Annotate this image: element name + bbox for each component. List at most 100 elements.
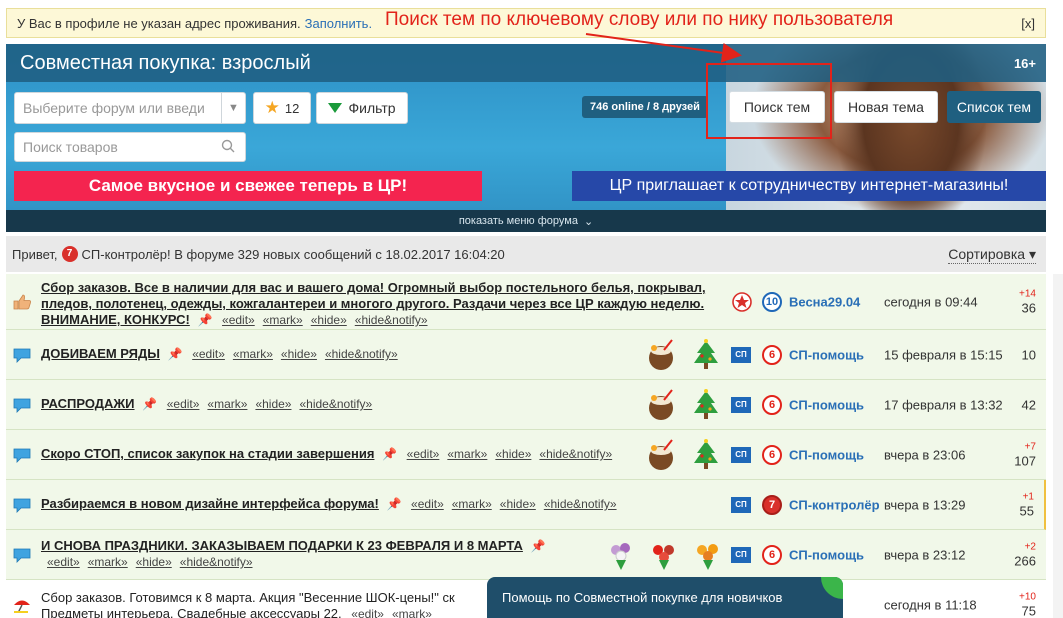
topic-counts: +7 107: [1014, 441, 1036, 468]
forum-header: Совместная покупка: взрослый 16+ Выберит…: [6, 44, 1046, 232]
mark-link[interactable]: «mark»: [392, 607, 432, 618]
hide-link[interactable]: «hide»: [136, 555, 172, 569]
greeting-text: СП-контролёр! В форуме 329 новых сообщен…: [81, 246, 505, 262]
topic-tools: «edit» «mark» «hide» «hide&notify»: [222, 313, 436, 327]
edit-link[interactable]: «edit»: [411, 497, 444, 511]
table-row: РАСПРОДАЖИ 📌 «edit» «mark» «hide» «hide&not…: [6, 380, 1046, 430]
show-forum-menu-toggle[interactable]: показать меню форума ⌄: [6, 210, 1046, 232]
user-level-badge: 6: [762, 394, 782, 415]
new-count: +10: [1019, 591, 1036, 602]
edit-link[interactable]: «edit»: [407, 447, 440, 461]
hide-notify-link[interactable]: «hide&notify»: [180, 555, 253, 569]
hide-link[interactable]: «hide»: [281, 347, 317, 361]
edit-link[interactable]: «edit»: [222, 313, 255, 327]
mark-link[interactable]: «mark»: [233, 347, 273, 361]
edit-link[interactable]: «edit»: [167, 397, 200, 411]
topic-author[interactable]: СП-помощь: [789, 447, 864, 462]
reply-count: 55: [1019, 503, 1034, 518]
search-goods-field[interactable]: [14, 132, 246, 162]
topic-link[interactable]: РАСПРОДАЖИ: [41, 396, 135, 411]
forum-select[interactable]: Выберите форум или введи ▼: [14, 92, 246, 124]
topic-author[interactable]: Весна29.04: [789, 294, 860, 309]
hide-link[interactable]: «hide»: [495, 447, 531, 461]
topic-link[interactable]: И СНОВА ПРАЗДНИКИ. ЗАКАЗЫВАЕМ ПОДАРКИ К …: [41, 538, 523, 553]
topic-author[interactable]: СП-помощь: [789, 347, 864, 362]
notice-text: У Вас в профиле не указан адрес проживан…: [17, 15, 301, 31]
topic-link[interactable]: ДОБИВАЕМ РЯДЫ: [41, 346, 160, 361]
mark-link[interactable]: «mark»: [207, 397, 247, 411]
menu-toggle-label: показать меню форума: [458, 215, 578, 227]
notice-close-button[interactable]: [x]: [1021, 16, 1035, 31]
topic-tools: «edit» «mark» «hide» «hide&notify»: [167, 397, 381, 411]
favorites-button[interactable]: ★ 12: [253, 92, 311, 124]
banner-partnership[interactable]: ЦР приглашает к сотрудничеству интернет-…: [572, 171, 1046, 201]
hide-link[interactable]: «hide»: [255, 397, 291, 411]
mark-link[interactable]: «mark»: [88, 555, 128, 569]
topic-link[interactable]: Разбираемся в новом дизайне интерфейса ф…: [41, 496, 379, 511]
topic-counts: 10: [1022, 347, 1036, 362]
topic-counts: 42: [1022, 397, 1036, 412]
coconut-cocktail-icon: [649, 338, 673, 370]
mark-link[interactable]: «mark»: [263, 313, 303, 327]
sort-dropdown[interactable]: Сортировка ▾: [948, 246, 1036, 264]
topic-author[interactable]: СП-помощь: [789, 397, 864, 412]
hide-notify-link[interactable]: «hide&notify»: [539, 447, 612, 461]
topic-counts: +10 75: [1019, 591, 1036, 618]
pin-icon: 📌: [167, 347, 183, 361]
sp-badge: СП: [731, 546, 751, 563]
hide-notify-link[interactable]: «hide&notify»: [299, 397, 372, 411]
search-icon[interactable]: [221, 139, 245, 156]
topic-tools: «edit» «mark» «hide» «hide&notify»: [411, 497, 625, 511]
search-goods-input[interactable]: [15, 139, 221, 155]
topic-link[interactable]: Скоро СТОП, список закупок на стадии зав…: [41, 446, 374, 461]
speech-bubble-icon: [13, 548, 31, 563]
filter-button[interactable]: Фильтр: [316, 92, 408, 124]
hide-notify-link[interactable]: «hide&notify»: [544, 497, 617, 511]
banner-fresh-food[interactable]: Самое вкусное и свежее теперь в ЦР!: [14, 171, 482, 201]
mark-link[interactable]: «mark»: [447, 447, 487, 461]
hide-notify-link[interactable]: «hide&notify»: [355, 313, 428, 327]
topic-date: 17 февраля в 13:32: [884, 397, 1003, 412]
user-level-badge: 6: [762, 444, 782, 465]
topic-title-wrap: Сбор заказов. Готовимся к 8 марта. Акция…: [41, 590, 491, 618]
christmas-tree-icon: [694, 338, 718, 369]
pin-icon: 📌: [197, 313, 213, 327]
hide-notify-link[interactable]: «hide&notify»: [325, 347, 398, 361]
topic-author[interactable]: СП-помощь: [789, 547, 864, 562]
new-count: +1: [1022, 491, 1034, 502]
christmas-tree-icon: [694, 388, 718, 419]
christmas-tree-icon: [694, 438, 718, 469]
topic-list-button[interactable]: Список тем: [947, 91, 1041, 123]
edit-link[interactable]: «edit»: [192, 347, 225, 361]
topic-counts: +1 55: [1020, 491, 1034, 518]
hide-link[interactable]: «hide»: [311, 313, 347, 327]
edit-link[interactable]: «edit»: [351, 607, 384, 618]
user-level-badge: 10: [762, 291, 782, 312]
user-level-badge: 6: [762, 344, 782, 365]
pin-icon: 📌: [386, 497, 402, 511]
table-row: И СНОВА ПРАЗДНИКИ. ЗАКАЗЫВАЕМ ПОДАРКИ К …: [6, 530, 1046, 580]
chevron-down-icon[interactable]: ▼: [221, 93, 245, 123]
help-corner-icon: [821, 577, 843, 599]
page-scrollbar[interactable]: [1053, 274, 1063, 618]
topic-date: вчера в 23:06: [884, 447, 966, 462]
table-row: Сбор заказов. Все в наличии для вас и ва…: [6, 274, 1046, 330]
topic-counts: +2 266: [1014, 541, 1036, 568]
notice-fill-link[interactable]: Заполнить.: [305, 16, 372, 31]
search-topics-button[interactable]: Поиск тем: [729, 91, 825, 123]
topic-tools: «edit» «mark» «hide» «hide&notify»: [47, 555, 261, 569]
newbie-help-button[interactable]: Помощь по Совместной покупке для новичко…: [487, 577, 843, 618]
online-counter[interactable]: 746 online / 8 друзей: [582, 96, 708, 118]
topic-date: сегодня в 09:44: [884, 294, 978, 309]
topic-author[interactable]: СП-контролёр: [789, 497, 880, 512]
topic-counts: +14 36: [1019, 288, 1036, 315]
forum-select-placeholder: Выберите форум или введи: [23, 100, 205, 116]
user-rank-badge: 7: [61, 246, 78, 262]
star-badge-icon: [732, 291, 752, 312]
reply-count: 75: [1021, 603, 1036, 618]
new-topic-button[interactable]: Новая тема: [834, 91, 938, 123]
edit-link[interactable]: «edit»: [47, 555, 80, 569]
hide-link[interactable]: «hide»: [500, 497, 536, 511]
topic-title-wrap: Сбор заказов. Все в наличии для вас и ва…: [41, 280, 721, 328]
mark-link[interactable]: «mark»: [452, 497, 492, 511]
